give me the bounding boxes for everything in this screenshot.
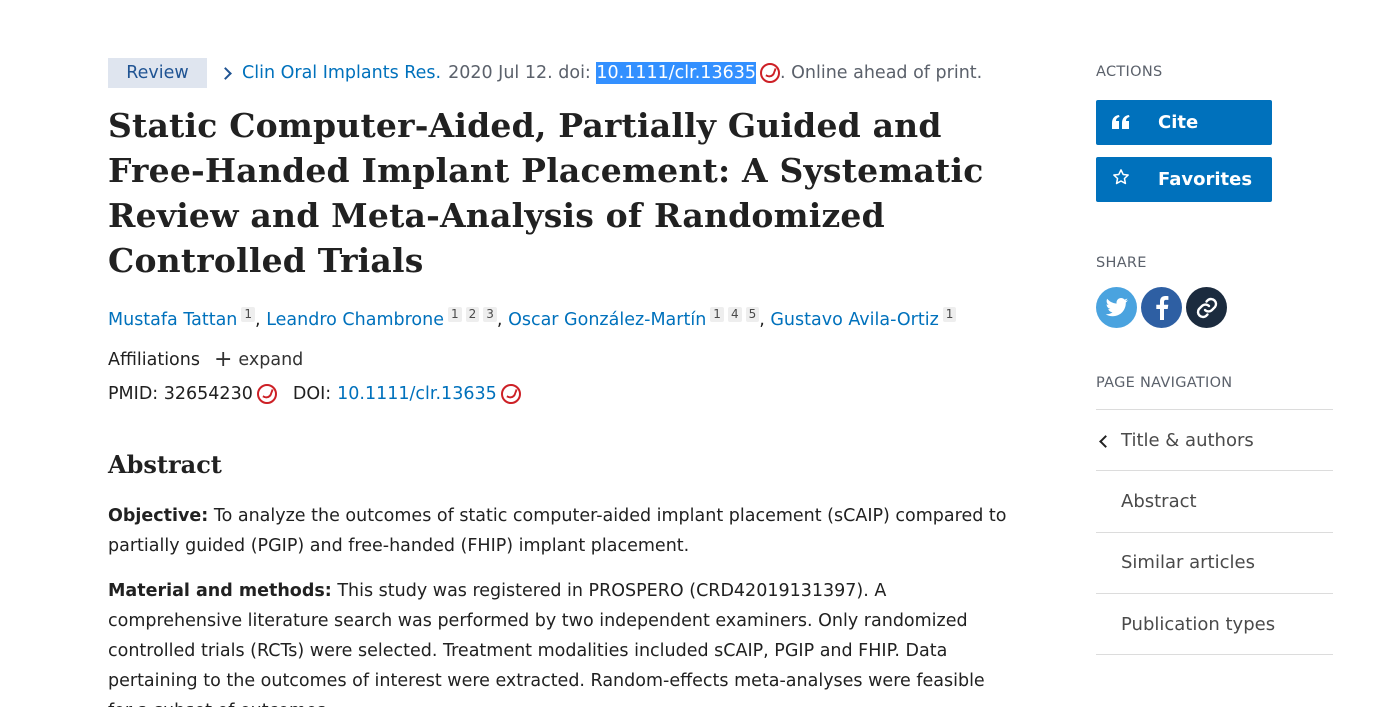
external-link-icon[interactable]	[500, 384, 521, 404]
favorites-button[interactable]: Favorites	[1096, 157, 1272, 202]
identifiers-row: PMID: 32654230 DOI: 10.1111/clr.13635	[108, 384, 1008, 404]
plus-icon: +	[213, 347, 233, 372]
nav-item-label: Publication types	[1121, 613, 1276, 635]
affiliation-ref[interactable]: 1	[710, 307, 724, 322]
cite-label: Cite	[1158, 112, 1199, 133]
star-icon	[1112, 168, 1142, 191]
affiliation-ref[interactable]: 3	[483, 307, 497, 322]
nav-item-label: Abstract	[1121, 490, 1197, 512]
nav-item-similar-articles[interactable]: Similar articles	[1096, 533, 1333, 594]
pmid-value: 32654230	[163, 384, 253, 404]
abstract-section-text: To analyze the outcomes of static comput…	[108, 506, 1007, 556]
share-label: SHARE	[1096, 255, 1147, 271]
author-link[interactable]: Gustavo Avila-Ortiz	[770, 310, 938, 330]
abstract-paragraph: Objective: To analyze the outcomes of st…	[108, 501, 1008, 561]
journal-link[interactable]: Clin Oral Implants Res.	[242, 63, 441, 83]
external-link-icon[interactable]	[256, 384, 277, 404]
abstract-section-label: Objective:	[108, 506, 209, 526]
chevron-right-icon[interactable]	[219, 66, 232, 80]
expand-label: expand	[238, 350, 304, 370]
citation-doi-link[interactable]: 10.1111/clr.13635	[596, 62, 756, 84]
nav-item-abstract[interactable]: Abstract	[1096, 471, 1333, 533]
actions-label: ACTIONS	[1096, 64, 1163, 80]
cite-button[interactable]: Cite	[1096, 100, 1272, 145]
affiliations-row: Affiliations + expand	[108, 347, 1008, 372]
affiliation-ref[interactable]: 2	[465, 307, 480, 322]
expand-affiliations-button[interactable]: + expand	[213, 347, 304, 372]
citation-line: Review Clin Oral Implants Res. 2020 Jul …	[108, 58, 1008, 88]
external-link-icon[interactable]	[759, 63, 780, 83]
affiliation-ref[interactable]: 1	[241, 307, 256, 322]
quote-icon	[1112, 112, 1142, 134]
abstract-section-label: Material and methods:	[108, 581, 332, 601]
nav-item-title-authors[interactable]: Title & authors	[1096, 410, 1333, 472]
twitter-icon[interactable]	[1096, 287, 1137, 328]
author-link[interactable]: Oscar González-Martín	[508, 310, 706, 330]
share-buttons	[1096, 287, 1333, 328]
review-badge: Review	[108, 58, 207, 88]
affiliation-ref[interactable]: 4	[727, 307, 742, 322]
chevron-left-icon	[1099, 435, 1112, 448]
nav-item-label: Title & authors	[1121, 429, 1254, 451]
author-list: Mustafa Tattan 1, Leandro Chambrone 1 2 3, O…	[108, 307, 1008, 330]
author-link[interactable]: Leandro Chambrone	[266, 310, 444, 330]
nav-item-label: Similar articles	[1121, 552, 1255, 574]
affiliation-ref[interactable]: 1	[447, 307, 462, 322]
nav-item-publication-types[interactable]: Publication types	[1096, 594, 1333, 656]
sidebar: ACTIONS Cite Favorites SHARE PAGE NAVIGA…	[1096, 64, 1333, 656]
facebook-icon[interactable]	[1141, 287, 1182, 328]
affiliation-ref[interactable]: 5	[745, 307, 760, 322]
page-navigation-label: PAGE NAVIGATION	[1096, 375, 1233, 391]
article-main: Review Clin Oral Implants Res. 2020 Jul …	[108, 58, 1008, 707]
citation-date: 2020 Jul 12. doi:	[448, 63, 591, 83]
doi-label: DOI:	[292, 384, 332, 404]
pmid-label: PMID:	[108, 384, 159, 404]
affiliation-ref[interactable]: 1	[942, 307, 957, 322]
affiliations-label: Affiliations	[108, 350, 200, 370]
page-navigation-list: Title & authors Abstract Similar article…	[1096, 409, 1333, 656]
citation-suffix: . Online ahead of print.	[779, 63, 983, 83]
abstract-paragraph: Material and methods: This study was reg…	[108, 576, 1008, 707]
author-link[interactable]: Mustafa Tattan	[108, 310, 237, 330]
link-icon[interactable]	[1186, 287, 1227, 328]
abstract-heading: Abstract	[108, 450, 222, 479]
favorites-label: Favorites	[1158, 169, 1253, 190]
doi-link[interactable]: 10.1111/clr.13635	[337, 384, 497, 404]
article-title: Static Computer-Aided, Partially Guided …	[108, 106, 984, 280]
